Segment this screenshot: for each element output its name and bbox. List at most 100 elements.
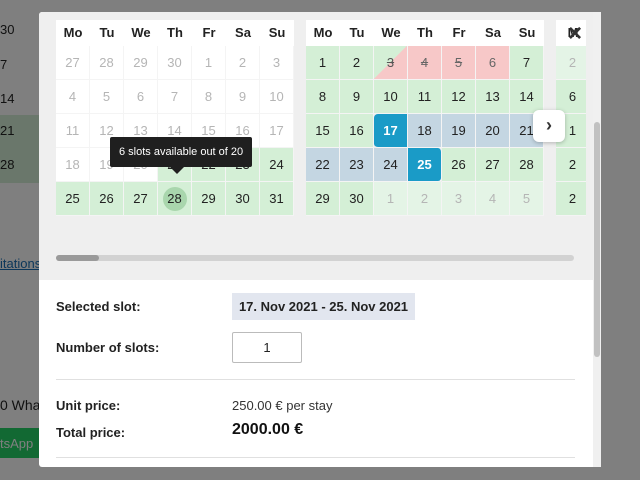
day-number: 17 bbox=[383, 123, 398, 138]
day-number: 8 bbox=[204, 89, 213, 104]
calendar-week: 1 2 3 4 5 6 7 bbox=[306, 46, 544, 80]
weekday-label: Fr bbox=[202, 25, 216, 40]
calendar-day[interactable]: 13 bbox=[476, 80, 510, 114]
day-number: 15 bbox=[315, 123, 330, 138]
calendar-day[interactable]: 1 bbox=[306, 46, 340, 80]
calendar-day[interactable]: 22 bbox=[306, 148, 340, 182]
calendar-horizontal-scrollbar[interactable] bbox=[56, 255, 574, 261]
day-number: 8 bbox=[318, 89, 327, 104]
calendar-day[interactable]: 6 bbox=[556, 80, 586, 114]
calendar-day[interactable]: 15 bbox=[306, 114, 340, 148]
calendar-day[interactable]: 25 bbox=[56, 182, 90, 216]
day-number: 10 bbox=[269, 89, 284, 104]
day-number: 18 bbox=[417, 123, 432, 138]
day-number: 24 bbox=[269, 157, 284, 172]
calendar-day[interactable]: 27 bbox=[476, 148, 510, 182]
calendar-day[interactable]: 20 bbox=[476, 114, 510, 148]
calendar-day[interactable]: 24 bbox=[260, 148, 294, 182]
day-number: 9 bbox=[352, 89, 361, 104]
day-number: 27 bbox=[65, 55, 80, 70]
calendar-day[interactable]: 11 bbox=[408, 80, 442, 114]
calendar-day[interactable]: 8 bbox=[306, 80, 340, 114]
calendar-day[interactable]: 28 bbox=[510, 148, 544, 182]
calendar-day: 3 bbox=[260, 46, 294, 80]
weekday-label: Su bbox=[268, 25, 286, 40]
calendar-day[interactable]: 31 bbox=[260, 182, 294, 216]
calendar-day[interactable]: 10 bbox=[374, 80, 408, 114]
weekday-label: Mo bbox=[63, 25, 83, 40]
calendar-day[interactable]: 3 bbox=[442, 182, 476, 216]
calendar-month: Mo Tu We Th Fr Sa Su 1 2 3 4 5 6 7 8 9 10 11 12 13 14 15 16 17 1… bbox=[306, 20, 544, 216]
calendar-week: 25 26 27 28 29 30 31 bbox=[56, 182, 294, 216]
calendar-week: 15 16 17 18 19 20 21 bbox=[306, 114, 544, 148]
calendar-month: Mo Tu We Th Fr Sa Su 27 28 29 30 1 2 3 4 5 6 7 8 9 10 11 12 13 1… bbox=[56, 20, 294, 216]
day-number: 19 bbox=[451, 123, 466, 138]
calendar-day[interactable]: 2 bbox=[340, 46, 374, 80]
calendar-day[interactable]: 2 bbox=[556, 182, 586, 216]
calendar-day[interactable]: 25 bbox=[408, 148, 442, 182]
calendar-day[interactable]: 2 bbox=[408, 182, 442, 216]
day-number: 26 bbox=[99, 191, 114, 206]
calendar-day[interactable]: 29 bbox=[306, 182, 340, 216]
calendar-day[interactable]: 5 bbox=[442, 46, 476, 80]
unit-price-value: 250.00 € per stay bbox=[232, 398, 333, 413]
day-number: 2 bbox=[238, 55, 247, 70]
day-number: 6 bbox=[488, 55, 497, 70]
calendar-day[interactable]: 2 bbox=[556, 46, 586, 80]
weekday-label: We bbox=[381, 25, 401, 40]
weekday-label: Tu bbox=[99, 25, 115, 40]
calendar-day: 29 bbox=[124, 46, 158, 80]
day-number: 29 bbox=[133, 55, 148, 70]
calendar-day[interactable]: 26 bbox=[90, 182, 124, 216]
close-button[interactable]: × bbox=[568, 22, 582, 46]
calendar-day[interactable]: 7 bbox=[510, 46, 544, 80]
calendar-day[interactable]: 4 bbox=[408, 46, 442, 80]
modal-vertical-scrollbar[interactable] bbox=[593, 12, 601, 467]
calendar-day: 2 bbox=[226, 46, 260, 80]
day-number: 10 bbox=[383, 89, 398, 104]
day-number: 31 bbox=[269, 191, 284, 206]
calendar-week: 2 bbox=[556, 182, 586, 216]
calendar-day[interactable]: 19 bbox=[442, 114, 476, 148]
calendar-day[interactable]: 30 bbox=[340, 182, 374, 216]
weekday-label: Su bbox=[518, 25, 536, 40]
calendar-week: 8 9 10 11 12 13 14 bbox=[306, 80, 544, 114]
calendar-day[interactable]: 3 bbox=[374, 46, 408, 80]
day-number: 9 bbox=[238, 89, 247, 104]
calendar-day[interactable]: 16 bbox=[340, 114, 374, 148]
calendar-day[interactable]: 9 bbox=[340, 80, 374, 114]
calendar-week: 4 5 6 7 8 9 10 bbox=[56, 80, 294, 114]
calendar-day: 18 bbox=[56, 148, 90, 182]
calendar-day[interactable]: 23 bbox=[340, 148, 374, 182]
calendar-week: 2 bbox=[556, 46, 586, 80]
day-number: 22 bbox=[315, 157, 330, 172]
weekday-label: Th bbox=[417, 25, 433, 40]
next-month-button[interactable]: › bbox=[533, 110, 565, 142]
calendar-day[interactable]: 28 bbox=[158, 182, 192, 216]
calendar-day[interactable]: 30 bbox=[226, 182, 260, 216]
calendar-day[interactable]: 12 bbox=[442, 80, 476, 114]
calendar-day[interactable]: 26 bbox=[442, 148, 476, 182]
calendar-day[interactable]: 29 bbox=[192, 182, 226, 216]
scrollbar-thumb[interactable] bbox=[594, 122, 600, 357]
calendar-day[interactable]: 1 bbox=[374, 182, 408, 216]
day-number: 3 bbox=[386, 55, 395, 70]
calendar-day[interactable]: 4 bbox=[476, 182, 510, 216]
calendar-day[interactable]: 27 bbox=[124, 182, 158, 216]
calendar-day[interactable]: 18 bbox=[408, 114, 442, 148]
calendar-day[interactable]: 2 bbox=[556, 148, 586, 182]
day-number: 21 bbox=[519, 123, 534, 138]
calendar-day[interactable]: 17 bbox=[374, 114, 408, 148]
calendar-day[interactable]: 5 bbox=[510, 182, 544, 216]
calendar-day[interactable]: 6 bbox=[476, 46, 510, 80]
number-of-slots-input[interactable]: 1 bbox=[232, 332, 302, 363]
day-number: 3 bbox=[272, 55, 281, 70]
day-number: 7 bbox=[170, 89, 179, 104]
calendar-day[interactable]: 24 bbox=[374, 148, 408, 182]
calendar-day: 6 bbox=[124, 80, 158, 114]
calendar-day[interactable]: 14 bbox=[510, 80, 544, 114]
day-number: 14 bbox=[519, 89, 534, 104]
scrollbar-thumb[interactable] bbox=[56, 255, 99, 261]
chevron-right-icon: › bbox=[546, 115, 552, 135]
day-number: 20 bbox=[485, 123, 500, 138]
